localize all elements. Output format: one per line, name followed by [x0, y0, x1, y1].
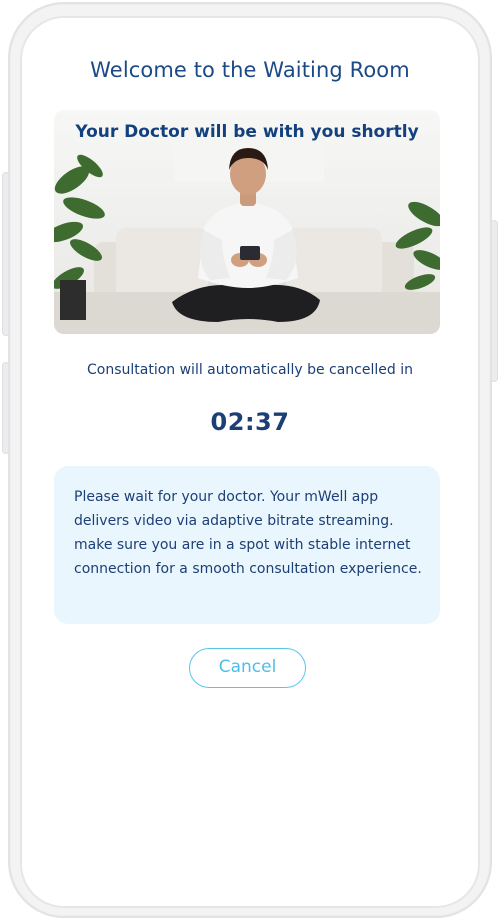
countdown-timer: 02:37: [210, 408, 290, 436]
waiting-room-hero-image: Your Doctor will be with you shortly: [54, 110, 440, 334]
connection-info-text: Please wait for your doctor. Your mWell …: [74, 489, 422, 577]
cancellation-notice: Consultation will automatically be cance…: [87, 362, 413, 378]
cancel-button[interactable]: Cancel: [189, 648, 306, 688]
hero-illustration: [54, 142, 440, 334]
connection-info-card: Please wait for your doctor. Your mWell …: [54, 466, 440, 624]
page-title: Welcome to the Waiting Room: [90, 58, 410, 82]
screen: Welcome to the Waiting Room Your Doctor …: [0, 0, 500, 922]
hero-caption: Your Doctor will be with you shortly: [75, 122, 419, 142]
